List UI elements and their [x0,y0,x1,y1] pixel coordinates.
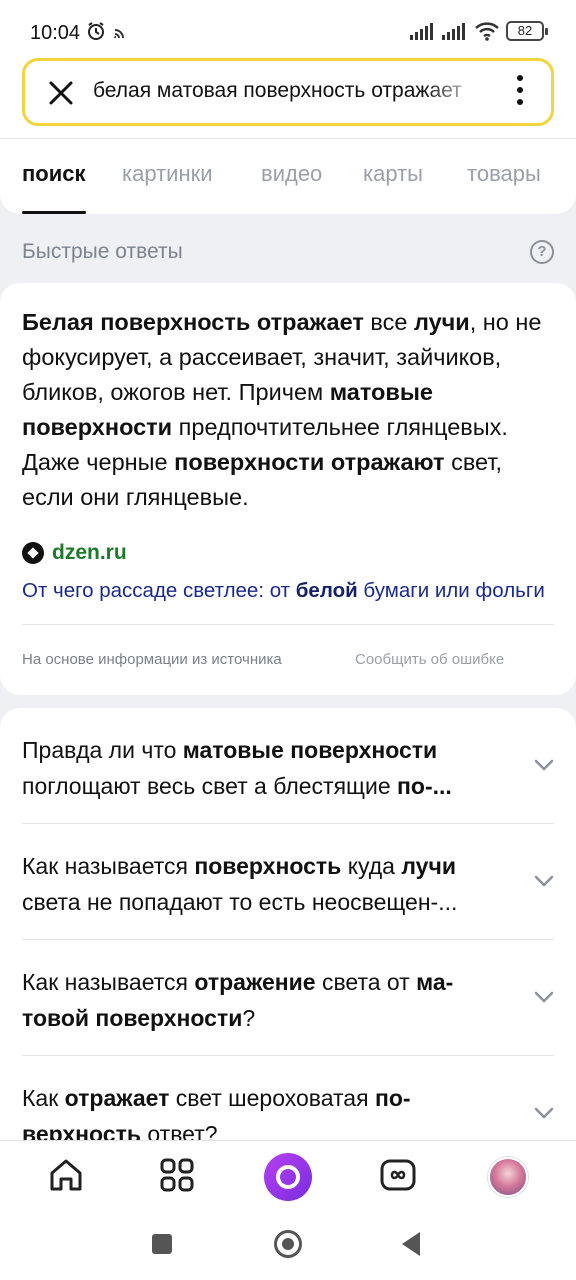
tabs-switcher-icon[interactable] [378,1155,418,1195]
question-segment-bold: ма- [416,969,454,995]
chevron-down-icon[interactable] [534,1106,554,1120]
system-navigation-bar [0,1208,576,1280]
active-tab-indicator [22,211,86,214]
tab-maps[interactable]: карты [363,161,423,187]
source-link[interactable]: От чего рассаде светлее: от белой бумаги… [22,579,554,603]
question-segment: Как [22,1085,65,1111]
help-icon[interactable]: ? [530,240,554,264]
more-options-icon[interactable] [515,75,525,111]
question-segment-bold: матовые поверхности [182,737,438,763]
alice-assistant-icon[interactable] [264,1153,312,1201]
answer-segment-bold: лучи [413,309,470,335]
status-time: 10:04 [30,22,81,44]
home-icon[interactable] [46,1155,86,1195]
search-header: белая матовая поверхность отражает [0,58,576,138]
question-segment: поглощают весь свет а блестящие [22,773,397,799]
tab-video[interactable]: видео [261,161,322,187]
question-segment: света не попадают то есть неосвещен-... [22,889,458,915]
question-segment: Правда ли что [22,737,183,763]
answer-segment-bold: поверхности отражают [174,449,445,475]
dzen-icon [22,542,44,564]
question-segment-bold: по-... [397,773,452,799]
avatar[interactable] [488,1157,528,1197]
question-segment: Как называется [22,853,195,879]
source[interactable]: dzen.ru [22,541,127,565]
source-info-text: На основе информации из источника [22,651,282,668]
link-segment-bold: белой [295,579,358,602]
question-text: Как называется отражение света от ма-тов… [22,964,510,1036]
question-item[interactable]: Как называется поверхность куда лучи свет… [22,824,554,940]
close-icon[interactable] [47,79,75,107]
chevron-down-icon[interactable] [534,874,554,888]
wifi-icon [475,22,499,41]
quick-answers-title: Быстрые ответы [22,240,183,263]
tab-search[interactable]: поиск [22,161,86,187]
question-segment: куда [341,853,402,879]
alarm-icon [88,22,104,40]
question-segment-bold: товой поверхности [22,1005,243,1031]
question-text: Как называется поверхность куда лучи свет… [22,848,510,920]
recent-apps-icon[interactable] [152,1234,172,1254]
quick-answer-card: Белая поверхность отражает все лучи, но … [0,283,576,695]
chevron-down-icon[interactable] [534,990,554,1004]
question-segment: света от [315,969,417,995]
answer-text: Белая поверхность отражает все лучи, но … [22,305,558,515]
signal-icon [410,23,433,40]
tab-images[interactable]: картинки [122,161,213,187]
status-bar: 10:04 82 [0,0,576,58]
system-home-icon[interactable] [274,1230,302,1258]
question-segment: свет шероховатая [169,1085,375,1111]
answer-segment: все [363,309,414,335]
link-segment: От чего рассаде светлее: от [22,579,296,602]
battery-indicator: 82 [506,21,548,41]
question-segment: Как называется [22,969,195,995]
question-segment-bold: отражает [64,1085,170,1111]
question-segment-bold: по- [374,1085,411,1111]
question-item[interactable]: Как называется отражение света от ма-тов… [22,940,554,1056]
question-segment: ? [242,1005,256,1031]
cast-icon [114,29,124,39]
question-segment-bold: поверхность [194,853,342,879]
signal-icon-2 [442,23,465,40]
report-error-link[interactable]: Сообщить об ошибке [355,651,504,668]
question-text: Как отражает свет шероховатая по-верхнос… [22,1080,510,1148]
question-segment-bold: отражение [194,969,316,995]
search-input[interactable]: белая матовая поверхность отражает [93,79,483,103]
search-tabs: поиск картинки видео карты товары [0,138,576,214]
question-text: Правда ли что матовые поверхности поглоща… [22,732,510,804]
question-item[interactable]: Правда ли что матовые поверхности поглоща… [22,708,554,824]
answer-segment-bold: Белая поверхность отражает [22,309,364,335]
bottom-navigation [0,1140,576,1208]
question-item[interactable]: Как отражает свет шероховатая по-верхнос… [22,1056,554,1148]
related-questions: Правда ли что матовые поверхности поглоща… [0,708,576,1148]
link-segment: бумаги или фольги [357,579,545,602]
question-segment-bold: лучи [401,853,456,879]
back-icon[interactable] [402,1232,420,1256]
source-name[interactable]: dzen.ru [52,541,127,565]
tab-products[interactable]: товары [467,161,541,187]
apps-grid-icon[interactable] [157,1155,197,1195]
chevron-down-icon[interactable] [534,758,554,772]
status-icons: 82 [410,21,548,41]
search-box[interactable]: белая матовая поверхность отражает [22,58,554,126]
divider [22,624,554,625]
